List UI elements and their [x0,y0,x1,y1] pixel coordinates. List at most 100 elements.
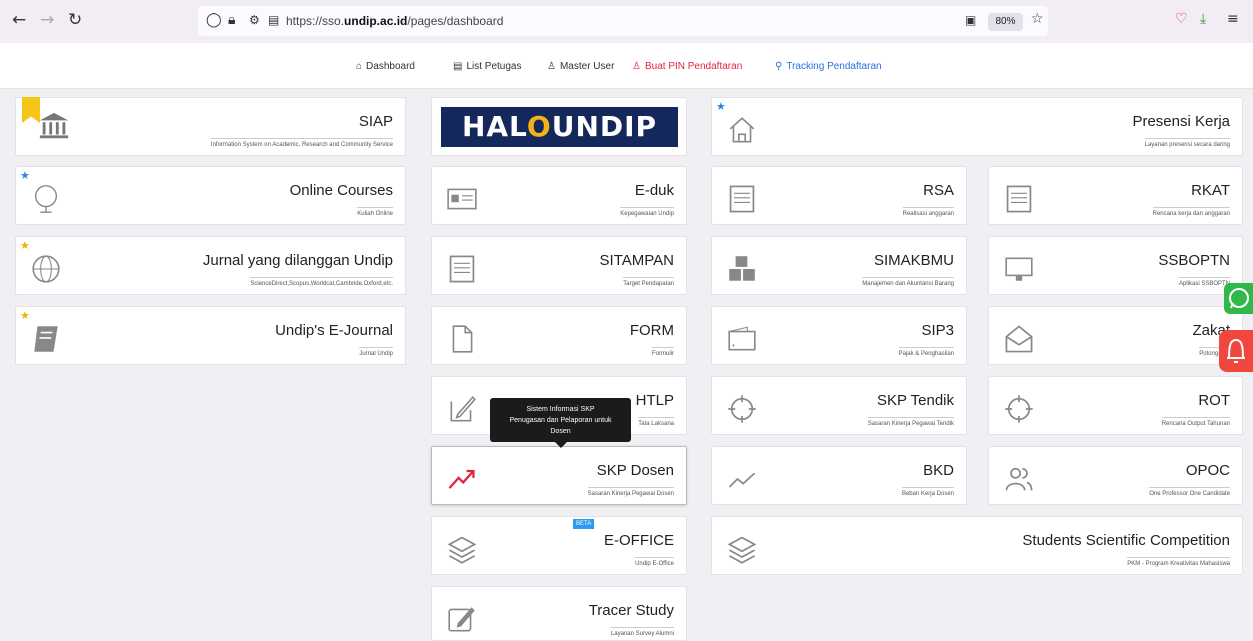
card-rsa[interactable]: RSA Realisasi anggaran [711,166,967,225]
card-title: Jurnal yang dilanggan Undip [202,252,393,269]
card-subtitle: Layanan Survey Alumni [610,627,674,637]
bell-icon [1227,338,1245,363]
forward-arrow-icon[interactable]: → [40,10,54,30]
card-halo-undip[interactable]: HALOUNDIP [431,97,687,156]
card-title: Online Courses [289,182,393,199]
favorite-star-icon: ★ [20,169,30,182]
nav-tracking[interactable]: ⚲ Tracking Pendaftaran [775,61,882,72]
card-subtitle: Kepegawaian Undip [620,207,674,217]
whatsapp-icon [1229,288,1249,309]
user-icon: ♙ [547,61,556,72]
card-title: SSBOPTN [1158,252,1230,269]
card-eduk[interactable]: E-duk Kepegawaian Undip [431,166,687,225]
card-rot[interactable]: ROT Rencana Output Tahunan [988,376,1243,435]
card-subtitle: Manajemen dan Akuntansi Barang [862,277,954,287]
card-subtitle: Realisasi anggaran [902,207,954,217]
permissions-icon[interactable]: ⚙ [249,13,260,27]
card-siap[interactable]: SIAP Information System on Academic, Res… [15,97,406,156]
download-icon[interactable]: ⤓ [1200,11,1206,27]
menu-icon[interactable]: ≡ [1227,11,1239,27]
card-subtitle: Target Pendapatan [623,277,674,287]
card-ssboptn[interactable]: SSBOPTN Aplikasi SSBOPTN [988,236,1243,295]
card-online-courses[interactable]: ★ Online Courses Kuliah Online [15,166,406,225]
nav-master-user[interactable]: ♙ Master User [547,61,614,72]
calendar-icon [449,255,475,283]
edit-icon [448,607,475,632]
card-presensi-kerja[interactable]: ★ Presensi Kerja Layanan presensi secara… [711,97,1243,156]
card-subtitle: Kuliah Online [357,207,393,217]
card-simakbmu[interactable]: SIMAKBMU Manajemen dan Akuntansi Barang [711,236,967,295]
home-icon [729,117,755,143]
institution-icon [39,112,69,139]
card-title: SKP Dosen [596,462,674,479]
crosshair-icon [728,395,756,423]
zoom-indicator[interactable]: 80% [988,13,1023,31]
card-title: FORM [629,322,674,339]
wallet-icon [728,326,756,351]
card-subtitle: Rencana kerja dan anggaran [1152,207,1230,217]
card-students-scientific-competition[interactable]: Students Scientific Competition PKM - Pr… [711,516,1243,575]
nav-dashboard[interactable]: ⌂ Dashboard [356,61,415,72]
edit-icon [450,396,476,422]
nav-buat-pin[interactable]: ♙ Buat PIN Pendaftaran [632,61,742,72]
lock-icon[interactable]: 🔒︎ [228,12,235,28]
reader-icon[interactable]: ▤ [268,13,279,27]
card-subtitle: Information System on Academic, Research… [210,138,393,148]
card-jurnal-dilanggan[interactable]: ★ Jurnal yang dilanggan Undip ScienceDir… [15,236,406,295]
card-subtitle: Sasaran Kinerja Pegawai Tendik [867,417,954,427]
layers-icon [727,536,757,564]
card-e-office[interactable]: E-OFFICE Undip E-Office [431,516,687,575]
card-form[interactable]: FORM Formulir [431,306,687,365]
notification-button[interactable] [1219,330,1253,372]
browser-toolbar: ← → ↻ ◯ 🔒︎ ⚙ ▤ https://sso.undip.ac.id/p… [0,0,1253,43]
card-title: ROT [1198,392,1230,409]
card-title: OPOC [1185,462,1230,479]
file-icon [452,325,473,353]
card-title: SKP Tendik [877,392,954,409]
calendar-icon [729,185,755,213]
monitor-icon [1005,257,1033,281]
card-sip3[interactable]: SIP3 Pajak & Penghasilan [711,306,967,365]
beta-badge: BETA [573,519,595,529]
card-title: SIP3 [921,322,954,339]
card-zakat[interactable]: Zakat Potongan... [988,306,1243,365]
search-icon: ⚲ [775,61,783,72]
bookmark-star-icon[interactable]: ☆ [1031,11,1044,27]
card-undip-ejournal[interactable]: ★ Undip's E-Journal Jurnal Undip [15,306,406,365]
id-card-icon [447,188,477,210]
card-title: Tracer Study [588,602,674,619]
card-title: RSA [923,182,954,199]
reader-view-icon[interactable]: ▣ [965,13,976,27]
card-subtitle: Layanan presensi secara daring [1144,138,1230,148]
card-rkat[interactable]: RKAT Rencana kerja dan anggaran [988,166,1243,225]
cubes-icon [729,256,755,281]
card-title: Undip's E-Journal [275,322,393,339]
layers-icon [447,536,477,564]
book-icon [34,326,58,352]
url-text[interactable]: https://sso.undip.ac.id/pages/dashboard [286,14,503,28]
whatsapp-button[interactable] [1224,283,1253,314]
nav-list-petugas[interactable]: ▤ List Petugas [453,61,522,72]
card-skp-dosen[interactable]: SKP Dosen Sasaran Kinerja Pegawai Dosen [431,446,687,505]
card-title: SIAP [358,113,393,130]
card-opoc[interactable]: OPOC One Professor One Candidate [988,446,1243,505]
card-title: E-OFFICE [604,532,674,549]
card-title: E-duk [634,182,674,199]
card-subtitle: Formulir [652,347,674,357]
crosshair-icon [1005,395,1033,423]
card-subtitle: Pajak & Penghasilan [898,347,954,357]
card-bkd[interactable]: BKD Beban Kerja Dosen [711,446,967,505]
shield-icon[interactable]: ◯ [206,12,222,28]
card-tracer-study[interactable]: Tracer Study Layanan Survey Alumni [431,586,687,641]
card-title: HTLP [635,392,674,409]
users-icon [1005,467,1033,491]
user-add-icon: ♙ [632,61,641,72]
card-sitampan[interactable]: SITAMPAN Target Pendapatan [431,236,687,295]
back-arrow-icon[interactable]: ← [12,10,26,30]
globe-stand-icon [34,185,58,213]
card-skp-tendik[interactable]: SKP Tendik Sasaran Kinerja Pegawai Tendi… [711,376,967,435]
card-subtitle: Beban Kerja Dosen [901,487,954,497]
pocket-icon[interactable]: ♡ [1175,11,1188,27]
card-title: RKAT [1191,182,1230,199]
reload-icon[interactable]: ↻ [68,10,82,30]
